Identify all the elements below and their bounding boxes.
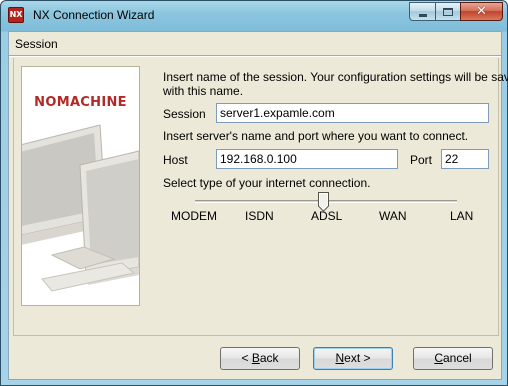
session-name-field[interactable]: server1.expamle.com xyxy=(216,103,489,123)
session-intro-line1: Insert name of the session. Your configu… xyxy=(163,70,508,84)
cancel-mnemonic: C xyxy=(434,351,443,365)
slider-label-isdn: ISDN xyxy=(245,209,274,223)
slider-label-wan: WAN xyxy=(379,209,407,223)
next-mnemonic: N xyxy=(335,351,345,365)
minimize-button[interactable] xyxy=(409,2,436,21)
host-label: Host xyxy=(163,153,188,167)
session-intro-line2: with this name. xyxy=(163,84,244,98)
back-button[interactable]: < Back xyxy=(220,347,300,370)
connection-prompt: Select type of your internet connection. xyxy=(163,176,371,190)
session-label: Session xyxy=(163,107,206,121)
cancel-rest: ancel xyxy=(442,351,472,365)
slider-label-modem: MODEM xyxy=(171,209,217,223)
wizard-client-area: Session NOMACHINE Insert name of the ses… xyxy=(8,31,508,380)
title-bar[interactable]: NX NX Connection Wizard ✕ xyxy=(1,1,507,31)
back-mnemonic: B xyxy=(251,351,260,365)
section-title: Session xyxy=(15,37,58,51)
slider-label-lan: LAN xyxy=(450,209,474,223)
back-rest: ack xyxy=(259,351,279,365)
port-field[interactable]: 22 xyxy=(441,149,489,169)
nx-app-icon: NX xyxy=(8,7,24,23)
monitors-illustration xyxy=(22,124,139,292)
port-label: Port xyxy=(410,153,433,167)
cancel-button[interactable]: Cancel xyxy=(413,347,493,370)
maximize-icon xyxy=(443,7,453,16)
next-rest: ext > xyxy=(344,351,371,365)
maximize-button[interactable] xyxy=(435,2,461,21)
back-prefix: < xyxy=(241,351,252,365)
close-button[interactable]: ✕ xyxy=(460,2,503,21)
slider-label-adsl: ADSL xyxy=(311,209,343,223)
server-prompt: Insert server's name and port where you … xyxy=(163,129,469,143)
wizard-window: NX NX Connection Wizard ✕ Session NOMACH… xyxy=(0,0,508,386)
window-title: NX Connection Wizard xyxy=(33,8,155,22)
header-divider xyxy=(9,55,501,57)
close-icon: ✕ xyxy=(476,4,487,19)
nomachine-banner: NOMACHINE xyxy=(21,66,140,306)
next-button[interactable]: Next > xyxy=(313,347,393,370)
minimize-icon xyxy=(418,13,427,17)
host-field[interactable]: 192.168.0.100 xyxy=(216,149,398,169)
